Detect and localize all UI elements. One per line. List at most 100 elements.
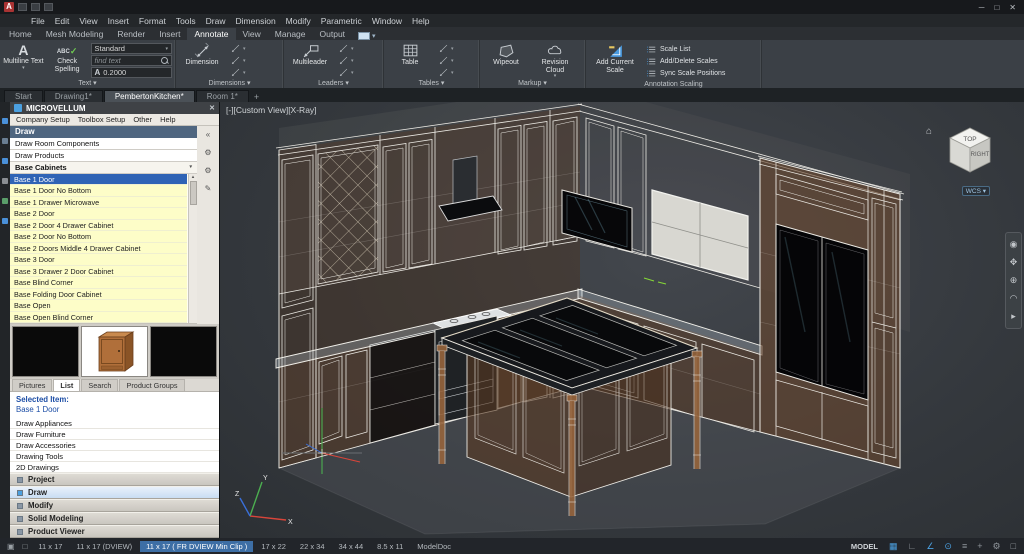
layout-tab-3[interactable]: 17 x 22	[255, 541, 292, 552]
menu-draw[interactable]: Draw	[201, 16, 231, 26]
menu-dimension[interactable]: Dimension	[231, 16, 281, 26]
wcs-button[interactable]: WCS ▾	[962, 186, 990, 196]
accordion-project[interactable]: Project	[10, 473, 219, 486]
tab-insert[interactable]: Insert	[152, 28, 187, 40]
viewcube-home-icon[interactable]: ⌂	[926, 126, 932, 137]
showmotion-icon[interactable]: ▸	[1011, 311, 1016, 322]
menu-insert[interactable]: Insert	[103, 16, 134, 26]
tab-view[interactable]: View	[236, 28, 268, 40]
category-select[interactable]: Base Cabinets▾	[10, 162, 197, 174]
doc-tab-pembertonkitchen[interactable]: PembertonKitchen*	[104, 90, 195, 102]
table-button[interactable]: Table	[387, 41, 433, 67]
thumbnail-selected-cabinet[interactable]	[81, 326, 148, 377]
menu-format[interactable]: Format	[134, 16, 171, 26]
product-item-12[interactable]: Base Open Blind Corner	[10, 312, 187, 324]
new-file-icon[interactable]	[18, 3, 27, 11]
tab-manage[interactable]: Manage	[268, 28, 313, 40]
kitchen-drawing[interactable]	[220, 102, 1024, 538]
link-draw-appliances[interactable]: Draw Appliances	[10, 418, 219, 429]
viewcube[interactable]: ⌂ TOP RIGHT	[942, 122, 998, 180]
scroll-up-icon[interactable]: ▴	[192, 174, 195, 180]
product-list-scrollbar[interactable]: ▴	[188, 174, 197, 323]
product-item-6[interactable]: Base 2 Doors Middle 4 Drawer Cabinet	[10, 243, 187, 255]
palette-draw-header[interactable]: Draw	[10, 126, 197, 138]
wipeout-button[interactable]: Wipeout	[483, 41, 529, 67]
save-icon[interactable]	[44, 3, 53, 11]
dimension-button[interactable]: Dimension	[179, 41, 225, 67]
palette-titlebar[interactable]: MICROVELLUM ✕	[10, 102, 219, 114]
leader-remove-icon[interactable]: ▾	[336, 55, 356, 66]
menu-modify[interactable]: Modify	[281, 16, 316, 26]
table-download-icon[interactable]: ▾	[436, 67, 456, 78]
layout-tab-1[interactable]: 11 x 17 (DVIEW)	[70, 541, 138, 552]
leader-add-icon[interactable]: ▾	[336, 43, 356, 54]
app-logo-icon[interactable]: A	[4, 2, 14, 12]
menu-edit[interactable]: Edit	[50, 16, 75, 26]
palette-tool-icon-1[interactable]	[2, 118, 8, 124]
menu-help[interactable]: Help	[407, 16, 434, 26]
link-draw-furniture[interactable]: Draw Furniture	[10, 429, 219, 440]
product-item-7[interactable]: Base 3 Door	[10, 254, 187, 266]
collapse-icon[interactable]: «	[206, 130, 210, 139]
accordion-draw[interactable]: Draw	[10, 486, 219, 499]
object-snap-icon[interactable]: ⊙	[940, 541, 956, 552]
clean-screen-icon[interactable]: □	[1007, 541, 1020, 551]
layout-tab-2[interactable]: 11 x 17 ( FR DVIEW Min Clip )	[140, 541, 253, 552]
sync-scale-positions-button[interactable]: Sync Scale Positions	[644, 67, 727, 79]
tab-annotate[interactable]: Annotate	[187, 28, 235, 40]
table-link-icon[interactable]: ▾	[436, 55, 456, 66]
draw-products-button[interactable]: Draw Products	[10, 150, 197, 162]
draw-room-components-button[interactable]: Draw Room Components	[10, 138, 197, 150]
doc-tab-start[interactable]: Start	[4, 90, 43, 102]
layout-tab-5[interactable]: 34 x 44	[333, 541, 370, 552]
product-item-10[interactable]: Base Folding Door Cabinet	[10, 289, 187, 301]
palette-close-icon[interactable]: ✕	[209, 104, 215, 112]
scale-list-button[interactable]: Scale List	[644, 43, 727, 55]
palette-tool-icon-3[interactable]	[2, 158, 8, 164]
gear-icon[interactable]: ⚙	[204, 148, 211, 157]
crosshair-icon[interactable]: +	[973, 541, 986, 551]
link-2d-drawings[interactable]: 2D Drawings	[10, 462, 219, 473]
navigation-wheel-icon[interactable]: ◉	[1010, 239, 1018, 250]
multileader-button[interactable]: Multileader	[287, 41, 333, 67]
pencil-icon[interactable]: ✎	[205, 184, 212, 193]
tab-home[interactable]: Home	[2, 28, 39, 40]
layout-tab-6[interactable]: 8.5 x 11	[371, 541, 409, 552]
product-item-9[interactable]: Base Blind Corner	[10, 277, 187, 289]
maximize-button[interactable]: □	[994, 3, 999, 12]
thumbnail-next[interactable]	[150, 326, 217, 377]
pan-icon[interactable]: ✥	[1010, 257, 1018, 268]
tab-list[interactable]: List	[53, 379, 80, 391]
text-style-select[interactable]: Standard▾	[91, 43, 173, 54]
model-space-button[interactable]: MODEL	[846, 542, 883, 551]
tab-output[interactable]: Output	[313, 28, 353, 40]
dim-style-icon[interactable]: ▾	[228, 43, 248, 54]
text-height-input[interactable]: A0.2000	[91, 67, 173, 78]
drawing-viewport[interactable]: [-][Custom View][X-Ray]	[220, 102, 1024, 538]
product-item-4[interactable]: Base 2 Door 4 Drawer Cabinet	[10, 220, 187, 232]
menu-window[interactable]: Window	[367, 16, 407, 26]
palette-menu-help[interactable]: Help	[157, 115, 178, 124]
lineweight-icon[interactable]: ≡	[958, 541, 971, 551]
add-delete-scales-button[interactable]: Add/Delete Scales	[644, 55, 727, 67]
close-button[interactable]: ✕	[1009, 3, 1016, 12]
minimize-button[interactable]: ─	[979, 3, 985, 12]
settings-gear-icon[interactable]: ⚙	[988, 541, 1004, 552]
product-item-1[interactable]: Base 1 Door No Bottom	[10, 185, 187, 197]
leader-align-icon[interactable]: ▾	[336, 67, 356, 78]
thumbnail-previous[interactable]	[12, 326, 79, 377]
check-spelling-button[interactable]: ABC✓ Check Spelling	[47, 41, 88, 73]
product-item-2[interactable]: Base 1 Drawer Microwave	[10, 197, 187, 209]
accordion-solid-modeling[interactable]: Solid Modeling	[10, 512, 219, 525]
link-draw-accessories[interactable]: Draw Accessories	[10, 440, 219, 451]
new-drawing-tab-icon[interactable]: +	[254, 92, 259, 102]
palette-menu-company-setup[interactable]: Company Setup	[13, 115, 73, 124]
navigation-bar[interactable]: ◉ ✥ ⊕ ◠ ▸	[1005, 232, 1022, 329]
accordion-modify[interactable]: Modify	[10, 499, 219, 512]
orbit-icon[interactable]: ◠	[1010, 293, 1018, 304]
dim-update-icon[interactable]: ▾	[228, 67, 248, 78]
model-sheet-icon[interactable]: ▣	[4, 542, 18, 551]
layout-sheet-icon[interactable]: □	[20, 542, 31, 551]
product-item-11[interactable]: Base Open	[10, 300, 187, 312]
palette-tool-icon-4[interactable]	[2, 178, 8, 184]
